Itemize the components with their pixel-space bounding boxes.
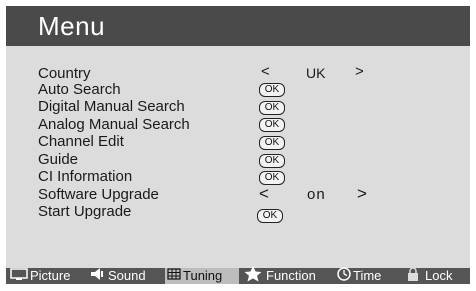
page-title: Menu xyxy=(38,11,106,41)
menu-item-channel-edit[interactable]: Channel Edit xyxy=(38,134,124,150)
tab-tuning[interactable]: Tuning xyxy=(165,268,239,284)
analog-manual-search-ok-button[interactable]: OK xyxy=(259,118,285,132)
tab-time-label: Time xyxy=(353,268,382,283)
clock-icon xyxy=(337,266,351,286)
menu-item-country[interactable]: Country xyxy=(38,66,91,82)
tab-picture[interactable]: Picture xyxy=(10,268,70,284)
auto-search-ok-button[interactable]: OK xyxy=(259,83,285,97)
menu-item-auto-search[interactable]: Auto Search xyxy=(38,82,121,98)
country-left-arrow[interactable]: < xyxy=(261,64,270,80)
software-upgrade-left-arrow[interactable]: < xyxy=(259,185,269,202)
menu-item-guide[interactable]: Guide xyxy=(38,152,78,168)
tab-sound-label: Sound xyxy=(108,268,146,283)
tab-function[interactable]: Function xyxy=(242,265,316,287)
channel-edit-ok-button[interactable]: OK xyxy=(259,136,285,150)
tab-lock[interactable]: Lock xyxy=(407,266,453,286)
start-upgrade-ok-button[interactable]: OK xyxy=(257,209,283,223)
tab-picture-label: Picture xyxy=(30,268,71,283)
tab-lock-label: Lock xyxy=(425,268,453,283)
tab-function-label: Function xyxy=(266,268,316,283)
menu-item-analog-manual-search[interactable]: Analog Manual Search xyxy=(38,117,190,133)
title-bar: Menu xyxy=(6,6,470,46)
menu-item-digital-manual-search[interactable]: Digital Manual Search xyxy=(38,99,185,115)
menu-frame: Menu Country < UK > Auto Search OK Digit… xyxy=(6,6,470,284)
country-value: UK xyxy=(306,65,326,81)
grid-icon xyxy=(167,267,181,285)
tab-tuning-label: Tuning xyxy=(183,268,223,283)
software-upgrade-value: on xyxy=(307,186,326,203)
guide-ok-button[interactable]: OK xyxy=(259,154,285,168)
country-right-arrow[interactable]: > xyxy=(355,64,364,80)
tab-sound[interactable]: Sound xyxy=(90,268,146,284)
star-icon xyxy=(242,265,264,287)
speaker-icon xyxy=(90,267,106,285)
lock-icon xyxy=(407,266,419,286)
ci-information-ok-button[interactable]: OK xyxy=(259,171,285,185)
digital-manual-search-ok-button[interactable]: OK xyxy=(259,101,285,115)
menu-item-start-upgrade[interactable]: Start Upgrade xyxy=(38,204,131,220)
screen-icon xyxy=(10,267,28,285)
bottom-nav-bar: Picture Sound Tuning Function Time Lock xyxy=(6,265,470,287)
menu-item-ci-information[interactable]: CI Information xyxy=(38,169,132,185)
menu-item-software-upgrade[interactable]: Software Upgrade xyxy=(38,187,159,203)
tab-time[interactable]: Time xyxy=(337,266,382,286)
software-upgrade-right-arrow[interactable]: > xyxy=(357,185,367,202)
